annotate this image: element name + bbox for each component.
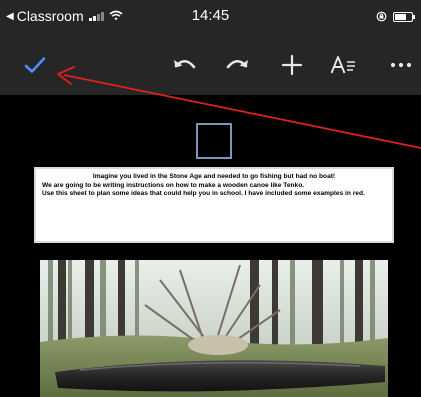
undo-icon xyxy=(174,59,196,69)
insert-button[interactable] xyxy=(277,50,307,80)
textbox-line-plan: Use this sheet to plan some ideas that c… xyxy=(42,190,365,198)
image-placeholder[interactable] xyxy=(196,123,232,159)
status-time: 14:45 xyxy=(191,7,230,24)
editor-toolbar xyxy=(0,32,421,95)
status-right xyxy=(376,9,415,25)
status-bar: ◀ Classroom 14:45 xyxy=(0,0,421,32)
text-format-icon xyxy=(330,56,355,74)
more-horizontal-icon xyxy=(390,62,412,68)
screen: ◀ Classroom 14:45 Imagine you lived in t… xyxy=(0,0,421,397)
battery-icon xyxy=(393,12,415,22)
checkmark-icon xyxy=(24,57,46,73)
done-button[interactable] xyxy=(20,50,50,80)
canoe-photo[interactable] xyxy=(40,260,388,397)
canoe-photo-illustration xyxy=(40,260,388,397)
instructions-textbox[interactable]: Imagine you lived in the Stone Age and n… xyxy=(34,167,394,243)
plus-icon xyxy=(281,54,303,76)
more-options-button[interactable] xyxy=(386,50,416,80)
format-button[interactable] xyxy=(328,50,358,80)
textbox-line-instructions: We are going to be writing instructions … xyxy=(42,181,305,189)
redo-icon xyxy=(226,59,248,69)
orientation-lock-icon xyxy=(376,9,387,25)
document-canvas[interactable]: Imagine you lived in the Stone Age and n… xyxy=(0,95,421,397)
redo-button[interactable] xyxy=(222,50,252,80)
textbox-line-intro: Imagine you lived in the Stone Age and n… xyxy=(92,173,336,180)
undo-button[interactable] xyxy=(170,50,200,80)
